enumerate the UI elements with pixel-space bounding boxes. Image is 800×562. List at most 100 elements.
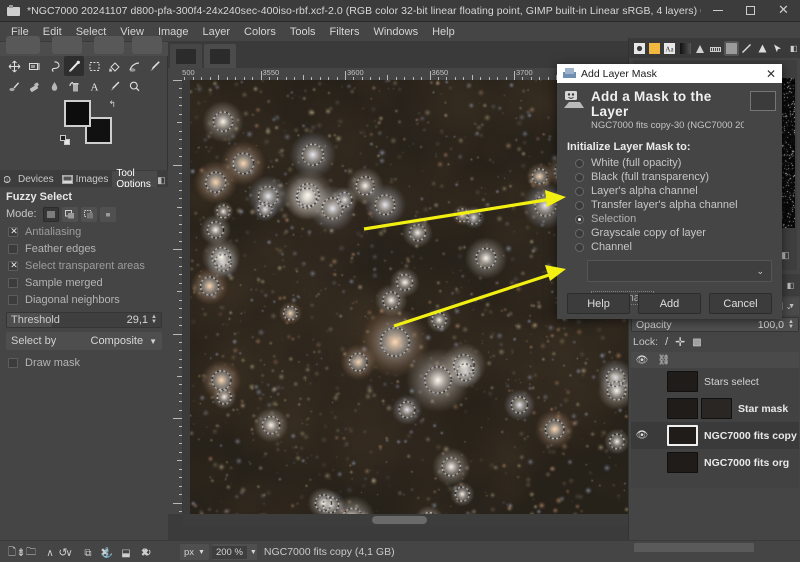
eyedropper-icon[interactable] bbox=[104, 76, 124, 96]
layer-opacity-slider[interactable]: Opacity 100,0 ▲ ▼ bbox=[631, 317, 799, 332]
menu-help[interactable]: Help bbox=[425, 23, 462, 41]
subtract-mode-button[interactable] bbox=[80, 206, 97, 222]
eraser-icon[interactable] bbox=[24, 76, 44, 96]
close-button[interactable]: ✕ bbox=[767, 0, 800, 22]
table-row[interactable]: Stars select bbox=[631, 368, 799, 395]
unit-dropdown[interactable]: px ▼ bbox=[180, 544, 209, 560]
cancel-button[interactable]: Cancel bbox=[709, 293, 772, 314]
image-tab-1[interactable] bbox=[170, 44, 202, 68]
sample-merged-row[interactable]: Sample merged bbox=[0, 274, 168, 291]
raise-layer-button[interactable]: ∧ bbox=[41, 545, 59, 561]
align-icon[interactable] bbox=[24, 56, 44, 76]
channel-dropdown[interactable]: ⌄ bbox=[587, 260, 772, 282]
ruler-corner[interactable] bbox=[168, 68, 182, 80]
brushes-tab[interactable] bbox=[632, 41, 646, 56]
selection-dock-menu-icon[interactable]: ◧ bbox=[781, 250, 790, 261]
draw-mask-row[interactable]: Draw mask bbox=[0, 354, 168, 371]
move-icon[interactable] bbox=[4, 56, 24, 76]
radio-white-full-opacity[interactable]: White (full opacity) bbox=[557, 156, 782, 170]
menu-tools[interactable]: Tools bbox=[283, 23, 323, 41]
sample-merged-checkbox[interactable] bbox=[8, 277, 18, 288]
delete-layer-button[interactable]: ✖ bbox=[136, 545, 154, 561]
threshold-stepper[interactable]: ▲ ▼ bbox=[150, 314, 158, 325]
fonts-tab[interactable]: Aa bbox=[663, 41, 677, 56]
scrollbar-thumb[interactable] bbox=[372, 516, 427, 524]
radio-button[interactable] bbox=[575, 186, 584, 196]
radio-button[interactable] bbox=[575, 172, 584, 182]
opacity-stepper[interactable]: ▲ ▼ bbox=[787, 319, 795, 330]
radio-button[interactable] bbox=[575, 158, 584, 168]
patterns-tab[interactable] bbox=[647, 41, 661, 56]
radio-grayscale-copy-of-layer[interactable]: Grayscale copy of layer bbox=[557, 226, 782, 240]
rect-select-icon[interactable] bbox=[84, 56, 104, 76]
antialiasing-row[interactable]: Antialiasing bbox=[0, 223, 168, 240]
lower-layer-button[interactable]: ∨ bbox=[60, 545, 78, 561]
radio-button[interactable] bbox=[575, 200, 584, 210]
select-transparent-areas-checkbox[interactable] bbox=[8, 259, 19, 271]
selection-editor-tab[interactable] bbox=[724, 40, 739, 56]
lasso-icon[interactable] bbox=[44, 56, 64, 76]
right-dock-menu-icon[interactable]: ◧ bbox=[787, 41, 800, 56]
cursor-tab[interactable] bbox=[770, 41, 784, 56]
gradients-tab[interactable] bbox=[678, 41, 692, 56]
new-layer-group-button[interactable]: 🗀 bbox=[22, 545, 40, 561]
threshold-slider[interactable]: Threshold 29,1 ▲ ▼ bbox=[6, 312, 162, 328]
image-tab-2[interactable] bbox=[204, 44, 236, 68]
reset-colors-icon[interactable] bbox=[60, 135, 71, 146]
tab-tool-options[interactable]: Tool Options bbox=[112, 168, 157, 190]
menu-layer[interactable]: Layer bbox=[196, 23, 238, 41]
tab-images[interactable]: Images bbox=[57, 171, 113, 187]
antialiasing-checkbox[interactable] bbox=[8, 225, 19, 237]
table-row[interactable]: NGC7000 fits org bbox=[631, 449, 799, 476]
radio-channel[interactable]: Channel bbox=[557, 240, 782, 254]
magic-wand-icon[interactable] bbox=[64, 56, 84, 76]
help-button[interactable]: Help bbox=[567, 293, 630, 314]
vertical-ruler[interactable] bbox=[168, 80, 182, 514]
menu-windows[interactable]: Windows bbox=[366, 23, 425, 41]
dialog-close-button[interactable]: ✕ bbox=[760, 64, 782, 83]
layers-dock-menu-icon[interactable]: ◧ bbox=[784, 279, 797, 292]
radio-button[interactable] bbox=[575, 228, 584, 238]
paths-tab[interactable] bbox=[740, 41, 754, 56]
duplicate-layer-button[interactable]: ⧉ bbox=[79, 545, 97, 561]
menu-colors[interactable]: Colors bbox=[237, 23, 283, 41]
magnifier-icon[interactable] bbox=[124, 76, 144, 96]
replace-mode-button[interactable] bbox=[42, 206, 59, 222]
zoom-dropdown[interactable]: 200 % ▼ bbox=[211, 544, 257, 560]
chevron-down-icon[interactable]: ⌄ bbox=[785, 302, 792, 311]
radio-transfer-layers-alpha-channel[interactable]: Transfer layer's alpha channel bbox=[557, 198, 782, 212]
select-transparent-areas-row[interactable]: Select transparent areas bbox=[0, 257, 168, 274]
menu-filters[interactable]: Filters bbox=[323, 23, 367, 41]
pencil-icon[interactable] bbox=[4, 76, 24, 96]
smudge-icon[interactable] bbox=[44, 76, 64, 96]
paintbrush-icon[interactable] bbox=[144, 56, 164, 76]
feather-edges-row[interactable]: Feather edges bbox=[0, 240, 168, 257]
radio-selection[interactable]: Selection bbox=[557, 212, 782, 226]
diagonal-neighbors-checkbox[interactable] bbox=[8, 294, 18, 305]
dock-menu-icon[interactable]: ◧ bbox=[157, 173, 166, 187]
merge-down-button[interactable]: ⬓ bbox=[117, 545, 135, 561]
draw-mask-checkbox[interactable] bbox=[8, 357, 18, 368]
foreground-color-swatch[interactable] bbox=[64, 100, 91, 127]
text-a-icon[interactable]: A bbox=[84, 76, 104, 96]
select-by-dropdown[interactable]: Select by Composite ▼ bbox=[6, 332, 162, 350]
radio-button[interactable] bbox=[575, 214, 584, 224]
gradient-icon[interactable] bbox=[124, 56, 144, 76]
feather-edges-checkbox[interactable] bbox=[8, 243, 18, 254]
table-row[interactable]: Star mask bbox=[631, 395, 799, 422]
histogram-tab[interactable] bbox=[693, 41, 707, 56]
minimize-button[interactable] bbox=[701, 0, 734, 22]
intersect-mode-button[interactable] bbox=[99, 206, 116, 222]
add-mode-button[interactable] bbox=[61, 206, 78, 222]
lock-position-icon[interactable]: ✛ bbox=[675, 335, 685, 349]
add-button[interactable]: Add bbox=[638, 293, 701, 314]
maximize-button[interactable] bbox=[734, 0, 767, 22]
new-layer-button[interactable]: 🗋 bbox=[3, 545, 21, 561]
anchor-layer-button[interactable]: ⚓ bbox=[98, 545, 116, 561]
lock-pixels-icon[interactable]: / bbox=[665, 336, 668, 348]
pointer-tab[interactable] bbox=[755, 41, 769, 56]
swap-colors-icon[interactable]: ↰ bbox=[108, 99, 116, 110]
radio-button[interactable] bbox=[575, 242, 584, 252]
layer-visibility-toggle[interactable]: 👁 bbox=[631, 430, 653, 441]
clone-icon[interactable] bbox=[64, 76, 84, 96]
